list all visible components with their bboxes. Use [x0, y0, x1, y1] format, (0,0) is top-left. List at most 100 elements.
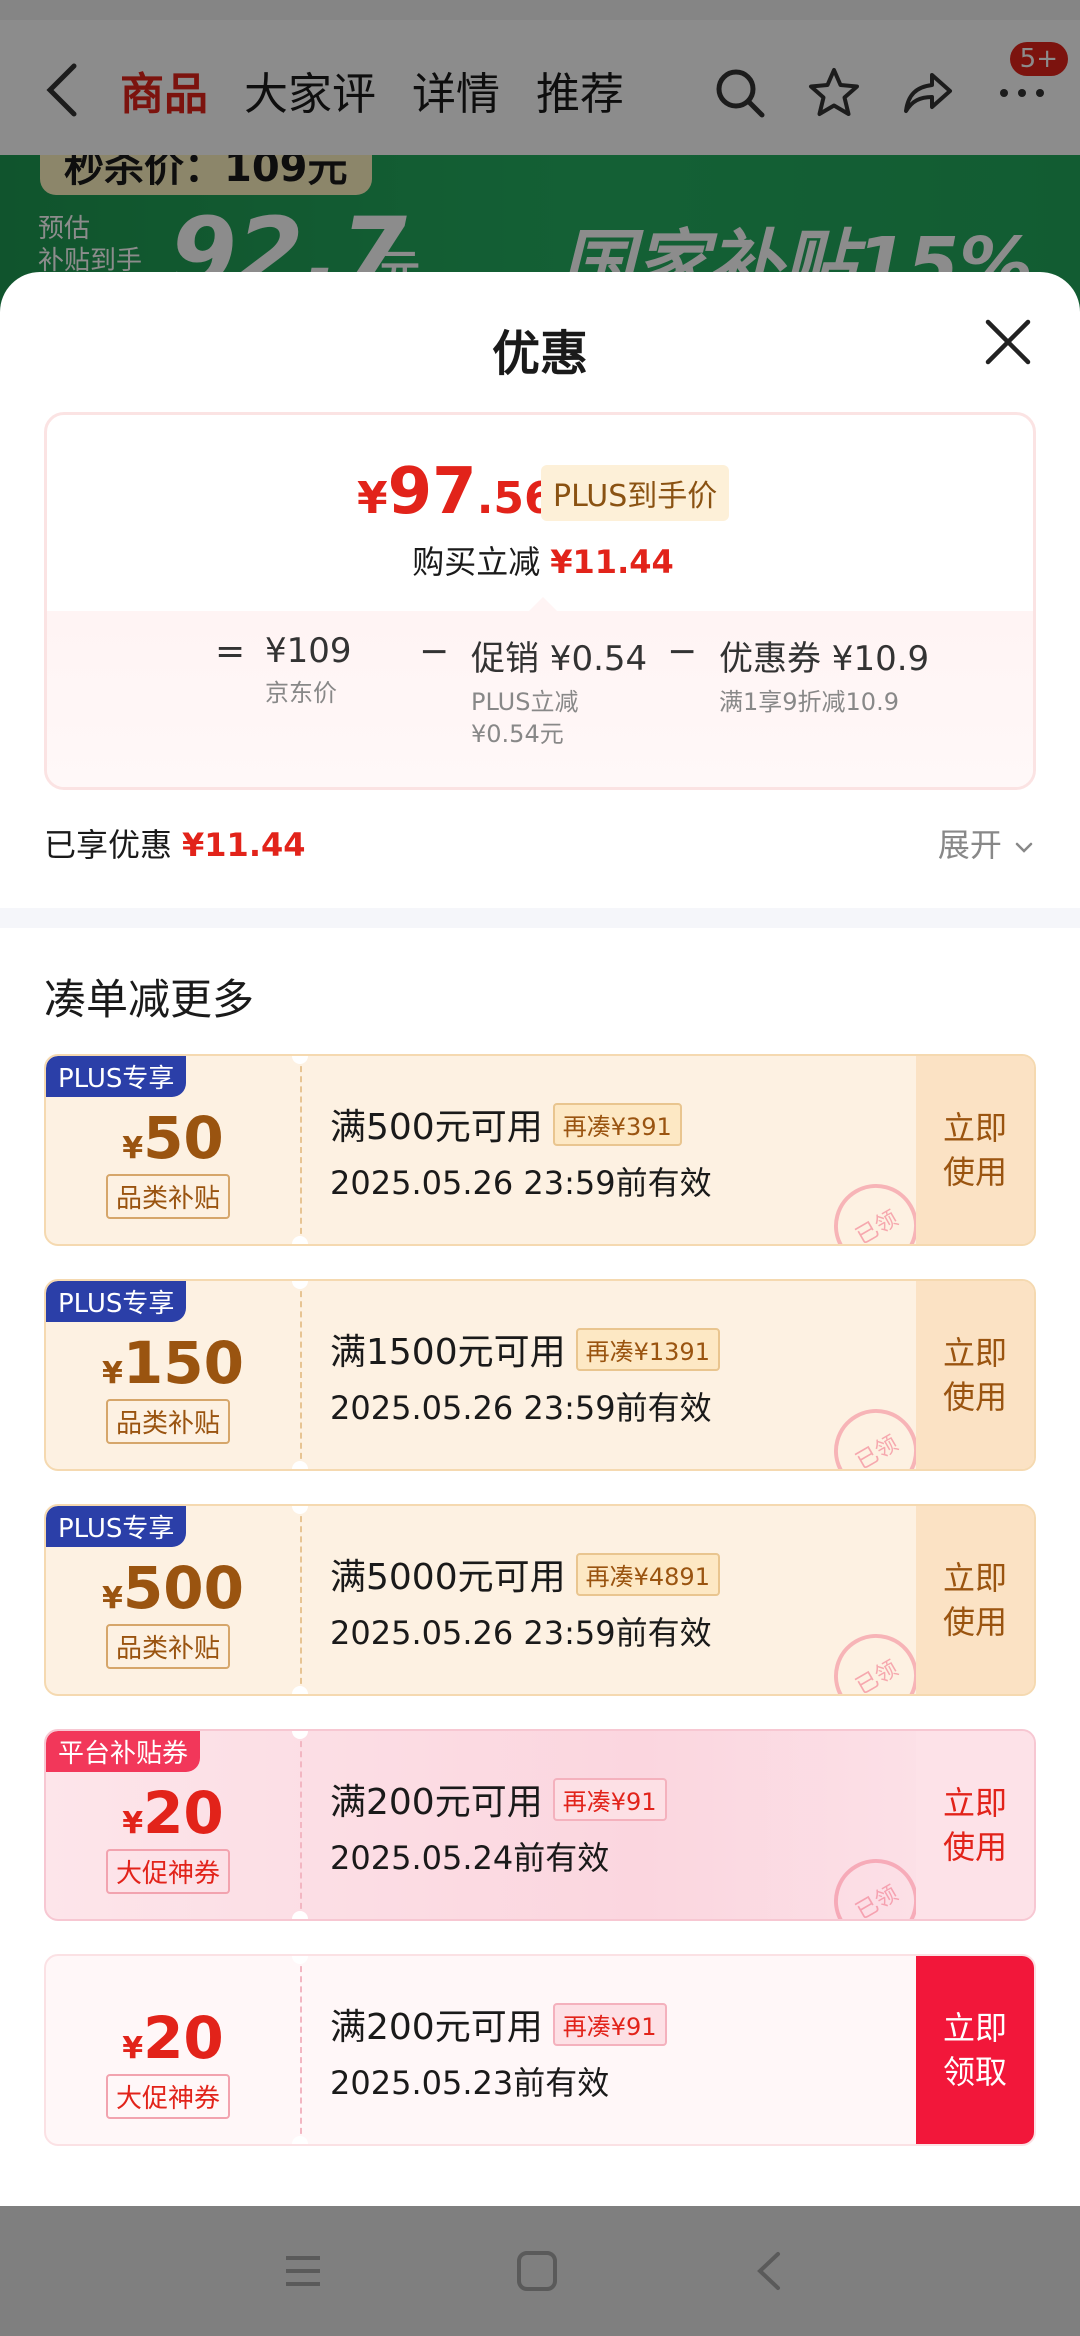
expand-label: 展开 [937, 826, 1002, 864]
button-line-2: 使用 [942, 1153, 1007, 1191]
enjoyed-discount-row: 已享优惠 ¥11.44 展开 [44, 820, 1036, 870]
coupon-need-tag: 再凑¥4891 [575, 1552, 720, 1596]
use-now-button[interactable]: 立即 使用 [916, 1281, 1034, 1469]
coupon-need-tag: 再凑¥91 [552, 1777, 667, 1821]
coupon-corner-tag: PLUS专享 [46, 1281, 187, 1322]
promo-sub-line-1: PLUS立减 [471, 688, 579, 716]
coupon-notch [292, 1731, 308, 1739]
currency-symbol: ¥ [122, 1131, 144, 1166]
expand-button[interactable]: 展开 [938, 820, 1036, 866]
use-now-button[interactable]: 立即 使用 [916, 1506, 1034, 1694]
jd-price-label: 京东价 [265, 679, 337, 707]
coupon-price: 优惠券 ¥10.9 [719, 639, 930, 679]
coupon-notch [292, 1911, 308, 1919]
coupon-notch [292, 1056, 308, 1064]
home-icon[interactable] [514, 2248, 560, 2294]
coupon-corner-tag: 平台补贴券 [46, 1731, 201, 1772]
coupon-card: 平台补贴券 ¥20 大促神券 满200元可用 再凑¥91 2025.05.24前有… [44, 1729, 1036, 1921]
promo-sub-line-2: ¥0.54元 [471, 720, 564, 748]
price-summary-card: ¥97.56 PLUS到手价 购买立减 ¥11.44 = ¥109 京东价 − 促… [44, 412, 1036, 790]
breakdown-caret [527, 597, 559, 613]
coupon-divider [300, 1956, 302, 2144]
instant-discount: 购买立减 ¥11.44 [47, 537, 1033, 583]
plus-price-tag: PLUS到手价 [541, 465, 730, 521]
menu-icon[interactable] [280, 2248, 326, 2294]
coupon-date: 2025.05.24前有效 [330, 1839, 610, 1877]
coupon-notch [292, 1506, 308, 1514]
coupon-category: 大促神券 [106, 1849, 231, 1894]
section-title: 凑单减更多 [44, 975, 255, 1024]
equals-sign: = [215, 631, 246, 672]
coupon-category: 品类补贴 [106, 1399, 231, 1444]
jd-price-item: ¥109 京东价 [265, 631, 352, 709]
back-icon[interactable] [748, 2248, 794, 2294]
button-line-1: 立即 [942, 1784, 1007, 1822]
coupon-left: PLUS专享 ¥50 品类补贴 [46, 1056, 300, 1244]
coupon-amount: ¥20 [46, 2004, 300, 2072]
instant-discount-label: 购买立减 [412, 543, 541, 581]
coupon-card: ¥20 大促神券 满200元可用 再凑¥91 2025.05.23前有效 立即 领取 [44, 1954, 1036, 2146]
coupon-amount: ¥500 [46, 1554, 300, 1622]
currency-symbol: ¥ [122, 2031, 144, 2066]
coupon-corner-tag: PLUS专享 [46, 1506, 187, 1547]
minus-sign: − [419, 631, 450, 672]
coupon-notch [292, 2136, 308, 2144]
coupon-corner-tag: PLUS专享 [46, 1056, 187, 1097]
coupon-category: 品类补贴 [106, 1624, 231, 1669]
chevron-down-icon [1015, 842, 1033, 853]
coupon-amount: ¥20 [46, 1779, 300, 1847]
use-now-button[interactable]: 立即 使用 [916, 1056, 1034, 1244]
promo-price: 促销 ¥0.54 [471, 639, 648, 679]
coupon-condition-text: 满200元可用 [330, 2007, 543, 2048]
coupon-condition-text: 满1500元可用 [330, 1332, 566, 1373]
coupon-amount-value: 20 [143, 1779, 224, 1847]
currency-symbol: ¥ [122, 1806, 144, 1841]
minus-sign: − [667, 631, 698, 672]
button-line-2: 使用 [942, 1828, 1007, 1866]
currency-symbol: ¥ [102, 1356, 123, 1391]
coupon-condition-text: 满5000元可用 [330, 1557, 566, 1598]
coupon-divider [300, 1281, 302, 1469]
use-now-button[interactable]: 立即 使用 [916, 1731, 1034, 1919]
coupon-condition-text: 满200元可用 [330, 1782, 543, 1823]
coupon-notch [292, 1956, 308, 1964]
coupon-amount-value: 20 [143, 2004, 224, 2072]
button-line-1: 立即 [942, 1559, 1007, 1597]
summary-top: ¥97.56 PLUS到手价 购买立减 ¥11.44 [47, 415, 1033, 611]
coupon-divider [300, 1731, 302, 1919]
coupon-condition: 满200元可用 再凑¥91 [330, 1998, 667, 2050]
button-line-1: 立即 [942, 1334, 1007, 1372]
price-breakdown: = ¥109 京东价 − 促销 ¥0.54 PLUS立减 ¥0.54元 − 优惠… [47, 611, 1033, 787]
coupon-need-tag: 再凑¥391 [552, 1102, 682, 1146]
currency-symbol: ¥ [102, 1581, 123, 1616]
coupon-notch [292, 1461, 308, 1469]
sheet-title: 优惠 [491, 326, 588, 382]
button-line-2: 使用 [942, 1603, 1007, 1641]
coupon-condition-text: 满500元可用 [330, 1107, 543, 1148]
coupon-date: 2025.05.26 23:59前有效 [330, 1164, 712, 1202]
coupon-left: ¥20 大促神券 [46, 1956, 300, 2144]
coupon-date: 2025.05.23前有效 [330, 2064, 610, 2102]
coupon-card: PLUS专享 ¥500 品类补贴 满5000元可用 再凑¥4891 2025.05… [44, 1504, 1036, 1696]
promo-item: 促销 ¥0.54 PLUS立减 ¥0.54元 [471, 631, 647, 750]
coupon-card: PLUS专享 ¥50 品类补贴 满500元可用 再凑¥391 2025.05.26… [44, 1054, 1036, 1246]
currency-symbol: ¥ [357, 473, 388, 524]
coupon-condition: 满500元可用 再凑¥391 [330, 1098, 682, 1150]
final-price: ¥97.56 [357, 455, 555, 529]
coupon-divider [300, 1506, 302, 1694]
price-integer: 97 [387, 455, 477, 529]
coupon-notch [292, 1236, 308, 1244]
close-icon[interactable] [980, 314, 1036, 370]
section-divider [0, 908, 1080, 928]
coupon-left: 平台补贴券 ¥20 大促神券 [46, 1731, 300, 1919]
button-line-2: 领取 [942, 2053, 1007, 2091]
coupon-date: 2025.05.26 23:59前有效 [330, 1614, 712, 1652]
system-nav-bar [0, 2206, 1080, 2336]
coupon-category: 大促神券 [106, 2074, 231, 2119]
coupon-amount-value: 50 [143, 1104, 224, 1172]
coupon-need-tag: 再凑¥1391 [575, 1327, 720, 1371]
coupon-card: PLUS专享 ¥150 品类补贴 满1500元可用 再凑¥1391 2025.05… [44, 1279, 1036, 1471]
claim-now-button[interactable]: 立即 领取 [916, 1956, 1034, 2144]
coupon-item: 优惠券 ¥10.9 满1享9折减10.9 [719, 631, 929, 718]
coupon-date: 2025.05.26 23:59前有效 [330, 1389, 712, 1427]
